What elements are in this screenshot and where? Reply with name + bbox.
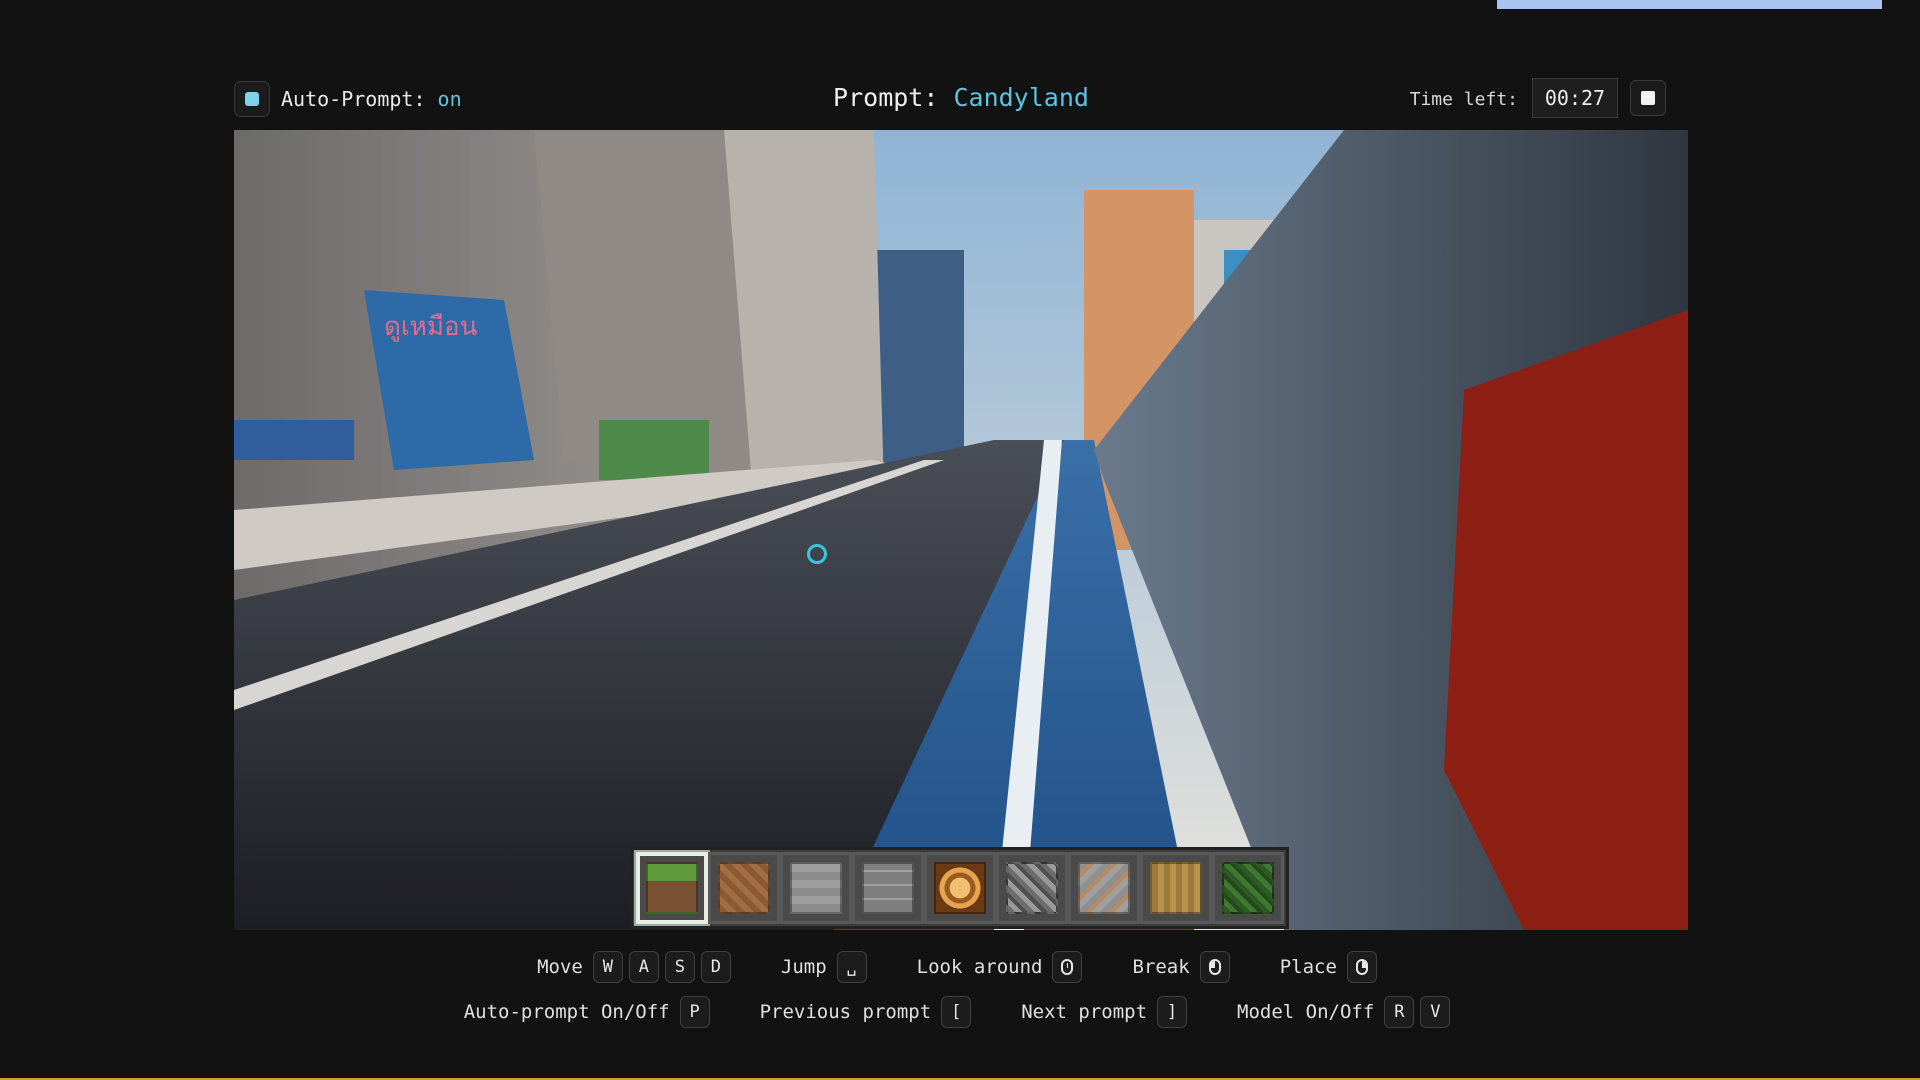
key-r: R xyxy=(1384,996,1415,1028)
storefront-sign-text: ดูเหมือน xyxy=(384,312,478,342)
dirt-block-icon xyxy=(718,862,770,914)
gravel-block-icon xyxy=(1006,862,1058,914)
hotbar-slot-ore[interactable] xyxy=(1068,852,1140,924)
ore-block-icon xyxy=(1078,862,1130,914)
hotbar-slot-stone[interactable] xyxy=(780,852,852,924)
key-a: A xyxy=(628,951,659,983)
stone-block-icon xyxy=(790,862,842,914)
next-prompt-label: Next prompt xyxy=(1021,1001,1148,1023)
jump-label: Jump xyxy=(780,956,827,978)
mouse-move-icon xyxy=(1061,959,1074,975)
control-break: Break xyxy=(1132,951,1235,983)
hotbar-slot-grass[interactable] xyxy=(634,850,710,926)
hotbar-slot-wood[interactable] xyxy=(1140,852,1212,924)
hotbar-slot-gravel[interactable] xyxy=(996,852,1068,924)
key-space: ␣ xyxy=(836,951,867,983)
key-s: S xyxy=(664,951,695,983)
mouse-left-key xyxy=(1199,951,1230,983)
leaves-block-icon xyxy=(1222,862,1274,914)
control-next-prompt: Next prompt ] xyxy=(1021,996,1193,1028)
hotbar-slot-leaves[interactable] xyxy=(1212,852,1284,924)
control-move: Move W A S D xyxy=(537,951,737,983)
key-left-bracket: [ xyxy=(941,996,972,1028)
stop-icon xyxy=(1641,91,1655,105)
place-label: Place xyxy=(1279,956,1337,978)
game-scene: ดูเหมือน xyxy=(234,130,1688,930)
game-header: Auto-Prompt: on Prompt: Candyland Time l… xyxy=(234,78,1688,120)
look-label: Look around xyxy=(916,956,1043,978)
grass-block-icon xyxy=(646,862,698,914)
game-viewport[interactable]: ดูเหมือน xyxy=(234,130,1688,930)
mouse-move-key xyxy=(1052,951,1083,983)
top-progress-bar xyxy=(1497,0,1882,9)
control-model: Model On/Off R V xyxy=(1237,996,1456,1028)
autoprompt-label: Auto-prompt On/Off xyxy=(463,1001,670,1023)
stop-button[interactable] xyxy=(1630,80,1666,116)
control-previous-prompt: Previous prompt [ xyxy=(760,996,978,1028)
wood-block-icon xyxy=(1150,862,1202,914)
control-place: Place xyxy=(1280,951,1383,983)
crosshair-ring-icon xyxy=(807,544,827,564)
key-right-bracket: ] xyxy=(1157,996,1188,1028)
key-p: P xyxy=(679,996,710,1028)
control-look: Look around xyxy=(917,951,1089,983)
hotbar-slot-glowstone[interactable] xyxy=(924,852,996,924)
mouse-right-key xyxy=(1346,951,1377,983)
key-d: D xyxy=(700,951,731,983)
break-label: Break xyxy=(1132,956,1190,978)
control-jump: Jump ␣ xyxy=(781,951,873,983)
glowstone-block-icon xyxy=(934,862,986,914)
controls-row-2: Auto-prompt On/Off P Previous prompt [ N… xyxy=(0,996,1920,1028)
model-label: Model On/Off xyxy=(1237,1001,1375,1023)
move-label: Move xyxy=(537,956,583,978)
controls-row-1: Move W A S D Jump ␣ Look around Break Pl… xyxy=(0,951,1920,983)
prompt-label: Prompt: xyxy=(833,83,939,112)
previous-prompt-label: Previous prompt xyxy=(759,1001,932,1023)
mouse-left-click-icon xyxy=(1208,959,1221,975)
hotbar-slot-dirt[interactable] xyxy=(708,852,780,924)
control-autoprompt: Auto-prompt On/Off P xyxy=(464,996,716,1028)
hotbar[interactable] xyxy=(630,847,1289,929)
key-w: W xyxy=(592,951,623,983)
hotbar-slot-stone-brick[interactable] xyxy=(852,852,924,924)
time-left-value: 00:27 xyxy=(1532,78,1618,118)
time-left-label: Time left: xyxy=(1409,89,1518,110)
key-v: V xyxy=(1420,996,1451,1028)
stone-brick-block-icon xyxy=(862,862,914,914)
mouse-right-click-icon xyxy=(1355,959,1368,975)
prompt-value: Candyland xyxy=(953,83,1089,112)
